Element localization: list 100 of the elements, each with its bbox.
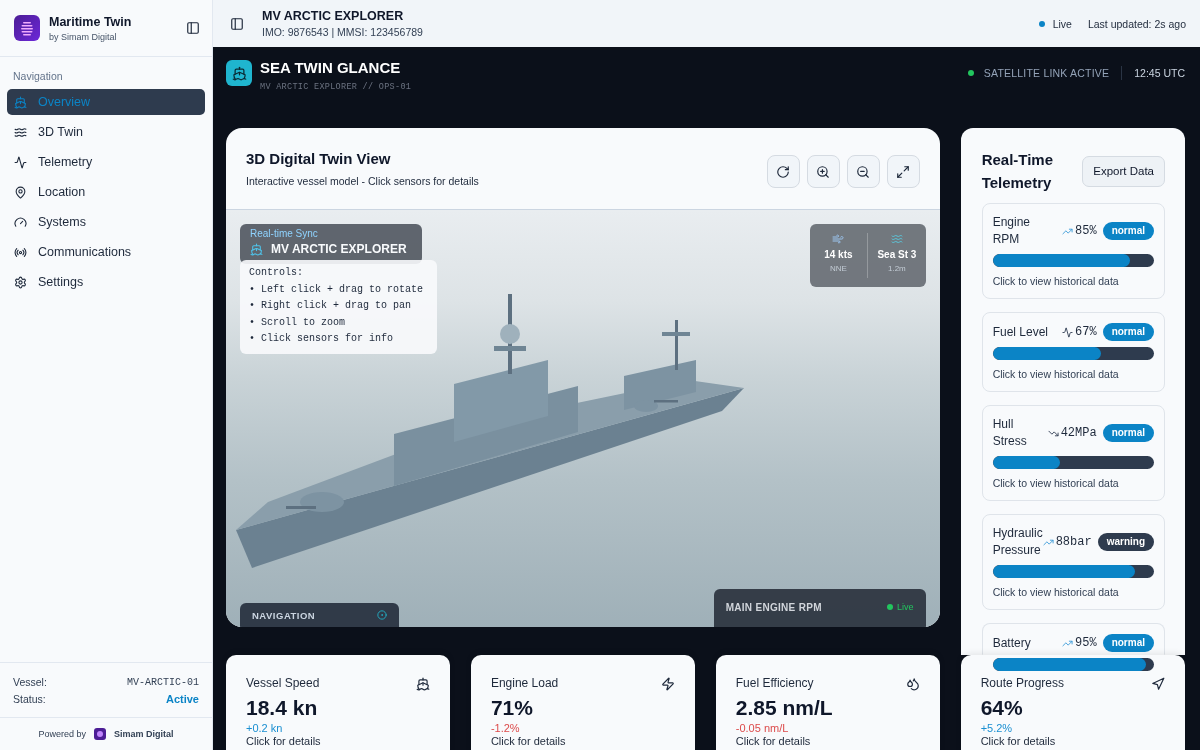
- stat-change: -1.2%: [490, 721, 520, 735]
- fullscreen-button[interactable]: [886, 155, 920, 188]
- condition-detail: NNE: [829, 264, 847, 274]
- telemetry-card[interactable]: Hydraulic Pressure 88bar warning Click to view historical data: [981, 514, 1165, 610]
- stat-card[interactable]: Route Progress 64% +5.2% Click for details: [960, 655, 1185, 750]
- powered-by-text: Powered by: [38, 729, 86, 739]
- vessel-identifiers: IMO: 9876543 | MMSI: 123456789: [262, 26, 423, 38]
- card-subtitle: Interactive vessel model - Click sensors for details: [246, 175, 479, 187]
- dashboard-title: SEA TWIN GLANCE: [260, 59, 401, 77]
- company-logo-icon: [94, 728, 106, 740]
- sidebar-toggle-icon[interactable]: [230, 16, 244, 31]
- map-pin-icon: [14, 185, 27, 199]
- wind-icon: [832, 233, 845, 245]
- nav-item[interactable]: Systems: [7, 209, 205, 235]
- nav-item[interactable]: 3D Twin: [7, 119, 205, 145]
- gauge-icon: [14, 215, 27, 229]
- ship-icon: [250, 242, 263, 256]
- nav-item[interactable]: Communications: [7, 239, 205, 265]
- stat-change: +5.2%: [980, 721, 1013, 735]
- stat-card[interactable]: Fuel Efficiency 2.85 nm/L -0.05 nm/L Click for details: [715, 655, 940, 750]
- metric-value: 85%: [1075, 224, 1097, 238]
- refresh-button[interactable]: [766, 155, 800, 188]
- metric-value: 67%: [1075, 325, 1097, 339]
- metric-label: Fuel Level: [992, 323, 1048, 341]
- dashboard-subtitle: MV ARCTIC EXPLORER // OPS-01: [260, 82, 412, 92]
- app-byline: by Simam Digital: [49, 31, 117, 42]
- condition-value: Sea St 3: [877, 248, 917, 261]
- stat-label: Vessel Speed: [246, 675, 320, 692]
- panel-title: MAIN ENGINE RPM: [725, 602, 822, 613]
- settings-icon: [14, 275, 27, 289]
- stat-hint: Click for details: [246, 735, 321, 748]
- ship-icon: [415, 676, 430, 691]
- sync-label: Real-time Sync: [250, 228, 318, 240]
- stat-card[interactable]: Vessel Speed 18.4 kn +0.2 kn Click for details: [226, 655, 450, 750]
- ship-icon: [14, 95, 27, 109]
- brand-logo-icon: [14, 15, 40, 41]
- waves-icon: [890, 233, 903, 245]
- radio-signal-icon: [14, 245, 27, 259]
- model-viewport[interactable]: Real-time Sync MV ARCTIC EXPLORER Controls: • Left click + drag to rotate • Right click + drag to pan • Scroll to zoom • Click sensors for info 14 kts NNE Sea St 3 1.2m NAVIGATION MAIN ENGINE RPM Live: [226, 209, 940, 627]
- stat-label: Fuel Efficiency: [735, 675, 814, 692]
- nav-item[interactable]: Location: [7, 179, 205, 205]
- stat-value: 2.85 nm/L: [735, 695, 833, 721]
- live-label: Live: [897, 602, 914, 612]
- nav-item[interactable]: Settings: [7, 269, 205, 295]
- stat-change: -0.05 nm/L: [735, 721, 789, 735]
- telemetry-card[interactable]: Hull Stress 42MPa normal Click to view historical data: [981, 405, 1165, 501]
- export-button[interactable]: Export Data: [1082, 155, 1165, 187]
- zoom-out-button[interactable]: [846, 155, 880, 188]
- info-value: MV-ARCTIC-01: [127, 676, 199, 688]
- info-value: Active: [165, 693, 199, 705]
- nav-item[interactable]: Telemetry: [7, 149, 205, 175]
- refresh-icon: [776, 164, 791, 179]
- info-label: Status:: [13, 693, 46, 705]
- stat-value: 64%: [980, 695, 1023, 721]
- stat-value: 18.4 kn: [246, 695, 318, 721]
- condition-detail: 1.2m: [887, 264, 906, 274]
- controls-title: Controls:: [249, 266, 303, 280]
- vessel-title: MV ARCTIC EXPLORER: [262, 9, 404, 23]
- overlay-vessel-name: MV ARCTIC EXPLORER: [271, 241, 407, 257]
- metric-value: 42MPa: [1060, 426, 1097, 440]
- activity-icon: [14, 155, 27, 169]
- company-name: Simam Digital: [114, 729, 174, 739]
- metric-label: Engine RPM: [992, 214, 1031, 248]
- utc-time: 12:45 UTC: [1134, 67, 1185, 79]
- metric-label: Battery: [992, 634, 1031, 652]
- status-badge: normal: [1102, 634, 1154, 652]
- expand-icon: [896, 164, 911, 179]
- zoom-in-button[interactable]: [806, 155, 840, 188]
- status-badge: normal: [1102, 323, 1154, 341]
- telemetry-card[interactable]: Fuel Level 67% normal Click to view historical data: [981, 312, 1165, 392]
- zoom-in-icon: [816, 164, 831, 179]
- stat-hint: Click for details: [980, 735, 1056, 748]
- metric-hint: Click to view historical data: [992, 274, 1119, 288]
- controls-item: • Right click + drag to pan: [249, 299, 412, 314]
- stat-card[interactable]: Engine Load 71% -1.2% Click for details: [470, 655, 695, 750]
- stat-label: Engine Load: [490, 675, 559, 692]
- metric-value: 95%: [1075, 636, 1097, 650]
- status-badge: normal: [1102, 424, 1154, 442]
- status-badge: normal: [1102, 222, 1154, 240]
- ship-icon: [226, 60, 252, 86]
- controls-item: • Left click + drag to rotate: [249, 282, 424, 297]
- stat-label: Route Progress: [980, 675, 1064, 692]
- app-name: Maritime Twin: [49, 14, 132, 29]
- target-icon: [377, 610, 387, 620]
- activity-icon: [1062, 326, 1074, 338]
- panel-title: NAVIGATION: [252, 609, 316, 621]
- telemetry-card[interactable]: Engine RPM 85% normal Click to view historical data: [981, 203, 1165, 299]
- stat-hint: Click for details: [735, 735, 811, 748]
- metric-label: Hydraulic Pressure: [992, 525, 1043, 559]
- metric-label: Hull Stress: [992, 416, 1028, 450]
- condition-value: 14 kts: [824, 248, 853, 261]
- stat-value: 71%: [490, 695, 533, 721]
- zoom-out-icon: [856, 164, 871, 179]
- card-title: 3D Digital Twin View: [246, 150, 391, 167]
- section-label: Navigation: [13, 70, 63, 82]
- info-label: Vessel:: [13, 676, 47, 688]
- waves-icon: [14, 125, 27, 139]
- metric-value: 88bar: [1055, 535, 1092, 549]
- lightning-icon: [660, 676, 675, 691]
- sidebar-toggle-icon[interactable]: [186, 21, 200, 35]
